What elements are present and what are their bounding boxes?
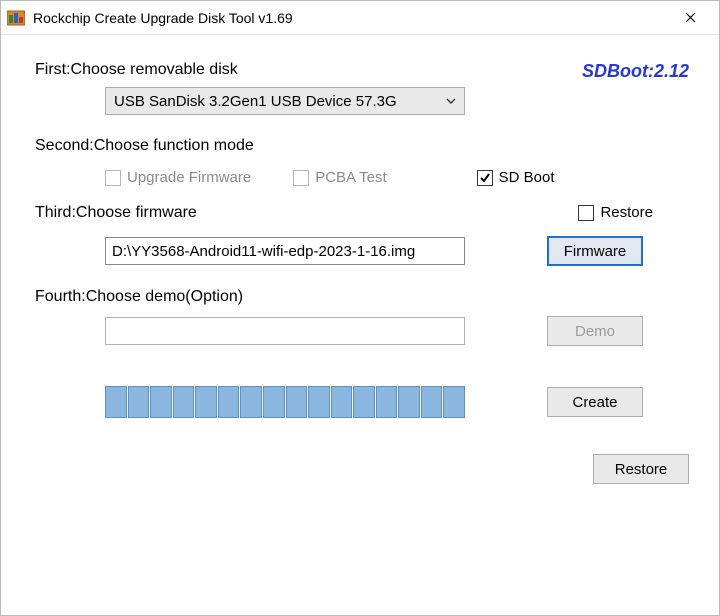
progress-segment xyxy=(398,386,420,418)
app-icon xyxy=(7,9,25,27)
firmware-button[interactable]: Firmware xyxy=(547,236,643,266)
checkbox-box xyxy=(293,170,309,186)
checkbox-box xyxy=(578,205,594,221)
sdboot-version: SDBoot:2.12 xyxy=(582,61,689,82)
progress-segment xyxy=(443,386,465,418)
close-button[interactable] xyxy=(669,3,711,33)
step4-label: Fourth:Choose demo(Option) xyxy=(35,288,689,306)
progress-segment xyxy=(353,386,375,418)
restore-checkbox[interactable]: Restore xyxy=(578,204,653,221)
titlebar: Rockchip Create Upgrade Disk Tool v1.69 xyxy=(1,1,719,35)
disk-selected: USB SanDisk 3.2Gen1 USB Device 57.3G xyxy=(114,93,444,110)
step3-label: Third:Choose firmware xyxy=(35,204,578,222)
progress-segment xyxy=(218,386,240,418)
pcba-test-checkbox[interactable]: PCBA Test xyxy=(293,169,386,186)
progress-segment xyxy=(195,386,217,418)
checkbox-box xyxy=(105,170,121,186)
sd-boot-label: SD Boot xyxy=(499,169,555,186)
restore-checkbox-label: Restore xyxy=(600,204,653,221)
window-title: Rockchip Create Upgrade Disk Tool v1.69 xyxy=(33,10,669,26)
firmware-path-text: D:\YY3568-Android11-wifi-edp-2023-1-16.i… xyxy=(112,243,415,260)
progress-segment xyxy=(421,386,443,418)
progress-segment xyxy=(150,386,172,418)
upgrade-firmware-checkbox[interactable]: Upgrade Firmware xyxy=(105,169,251,186)
progress-bar xyxy=(105,386,465,418)
step2-label: Second:Choose function mode xyxy=(35,137,689,155)
firmware-path-field[interactable]: D:\YY3568-Android11-wifi-edp-2023-1-16.i… xyxy=(105,237,465,265)
progress-segment xyxy=(286,386,308,418)
client-area: SDBoot:2.12 First:Choose removable disk … xyxy=(1,35,719,615)
progress-segment xyxy=(105,386,127,418)
sd-boot-checkbox[interactable]: SD Boot xyxy=(477,169,555,186)
progress-segment xyxy=(263,386,285,418)
progress-segment xyxy=(376,386,398,418)
checkbox-box xyxy=(477,170,493,186)
demo-button: Demo xyxy=(547,316,643,346)
progress-segment xyxy=(128,386,150,418)
pcba-test-label: PCBA Test xyxy=(315,169,386,186)
disk-combobox[interactable]: USB SanDisk 3.2Gen1 USB Device 57.3G xyxy=(105,87,465,115)
window: Rockchip Create Upgrade Disk Tool v1.69 … xyxy=(0,0,720,616)
create-button[interactable]: Create xyxy=(547,387,643,417)
chevron-down-icon xyxy=(444,98,458,104)
progress-segment xyxy=(240,386,262,418)
upgrade-firmware-label: Upgrade Firmware xyxy=(127,169,251,186)
progress-segment xyxy=(308,386,330,418)
progress-segment xyxy=(173,386,195,418)
demo-path-field[interactable] xyxy=(105,317,465,345)
restore-button[interactable]: Restore xyxy=(593,454,689,484)
progress-segment xyxy=(331,386,353,418)
